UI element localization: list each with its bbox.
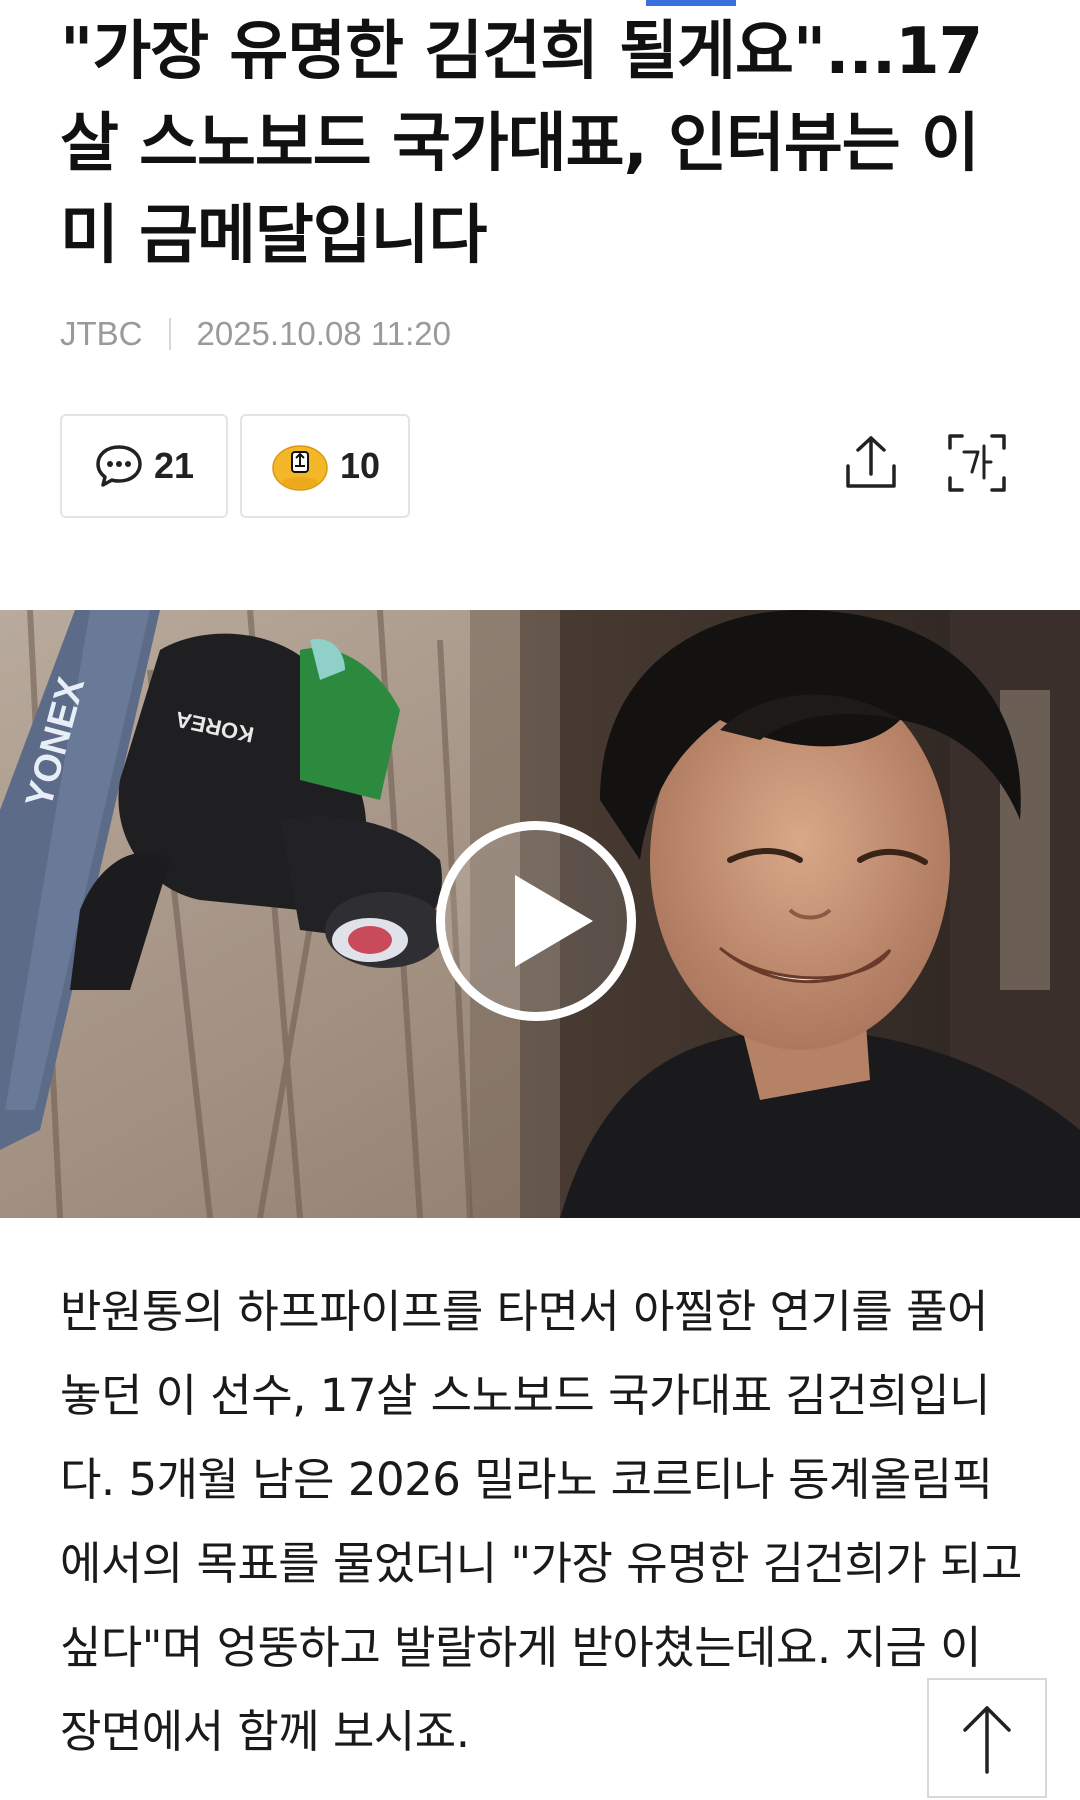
- article-meta: JTBC 2025.10.08 11:20: [60, 312, 451, 356]
- article-body: 반원통의 하프파이프를 타면서 아찔한 연기를 풀어놓던 이 선수, 17살 스…: [60, 1285, 1022, 1758]
- play-icon: [515, 875, 593, 967]
- meta-divider: [168, 318, 171, 350]
- reaction-button[interactable]: 10: [240, 414, 410, 518]
- play-button[interactable]: [436, 821, 636, 1021]
- comment-button[interactable]: 21: [60, 414, 228, 518]
- source-name[interactable]: JTBC: [60, 315, 143, 353]
- article-headline: "가장 유명한 김건희 될게요"...17살 스노보드 국가대표, 인터뷰는 이…: [60, 15, 983, 273]
- speech-bubble-icon: [96, 445, 142, 487]
- comment-count: 21: [153, 445, 195, 486]
- font-size-icon[interactable]: [944, 430, 1010, 496]
- scroll-to-top-button[interactable]: [927, 1678, 1047, 1798]
- emoji-face-icon: [272, 445, 328, 491]
- publish-datetime: 2025.10.08 11:20: [196, 315, 451, 352]
- reaction-count: 10: [339, 445, 381, 486]
- share-upload-icon[interactable]: [838, 430, 904, 496]
- video-player[interactable]: YONEX KOREA: [0, 610, 1080, 1218]
- arrow-up-icon: [963, 1706, 1011, 1774]
